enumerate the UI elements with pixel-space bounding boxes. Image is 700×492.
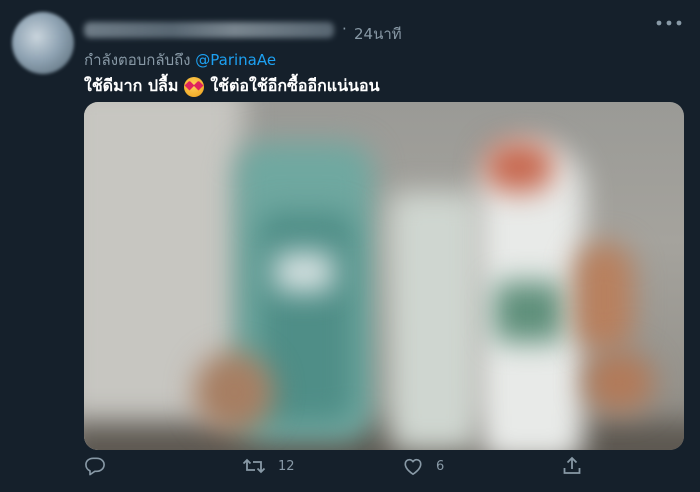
media-blur-label xyxy=(274,252,334,292)
media-blur-hand xyxy=(194,352,274,432)
like-count: 6 xyxy=(436,458,445,474)
media-blur-tube xyxy=(389,192,479,450)
tweet-header: · 24นาที xyxy=(84,18,684,44)
tweet-text: ใช้ดีมาก ปลื้ม ใช้ต่อใช้อีกซื้ออีกแน่นอน xyxy=(84,74,380,99)
more-icon[interactable] xyxy=(656,14,682,32)
reply-context: กำลังตอบกลับถึง @ParinaAe xyxy=(84,48,276,72)
share-icon xyxy=(563,456,581,474)
media-blur-thumb xyxy=(574,242,634,352)
reply-icon xyxy=(85,457,105,476)
media-blur-shadow xyxy=(84,422,684,450)
retweet-icon xyxy=(242,458,266,474)
tweet[interactable]: · 24นาที กำลังตอบกลับถึง @ParinaAe ใช้ดี… xyxy=(0,0,700,492)
separator-dot: · xyxy=(342,20,347,38)
reply-mention-link[interactable]: @ParinaAe xyxy=(195,51,276,69)
retweet-count: 12 xyxy=(278,458,295,474)
media-blur-tube-label xyxy=(494,282,564,342)
tweet-time[interactable]: 24นาที xyxy=(354,22,402,46)
avatar[interactable] xyxy=(12,12,74,74)
share-button[interactable] xyxy=(562,456,582,476)
media-blur-finger xyxy=(584,352,654,412)
media-blur-cap xyxy=(484,142,554,192)
tweet-text-part1: ใช้ดีมาก ปลื้ม xyxy=(84,76,179,95)
smiling-face-with-hearts-icon xyxy=(184,76,205,97)
reply-prefix: กำลังตอบกลับถึง xyxy=(84,51,191,69)
reply-button[interactable] xyxy=(84,456,106,476)
heart-icon xyxy=(404,458,422,475)
tweet-text-part2: ใช้ต่อใช้อีกซื้ออีกแน่นอน xyxy=(210,76,380,95)
tweet-actions: 12 6 xyxy=(84,456,684,480)
retweet-button[interactable]: 12 xyxy=(242,456,295,476)
tweet-media-image[interactable] xyxy=(84,102,684,450)
like-button[interactable]: 6 xyxy=(402,456,444,476)
blurred-username[interactable] xyxy=(84,22,334,38)
